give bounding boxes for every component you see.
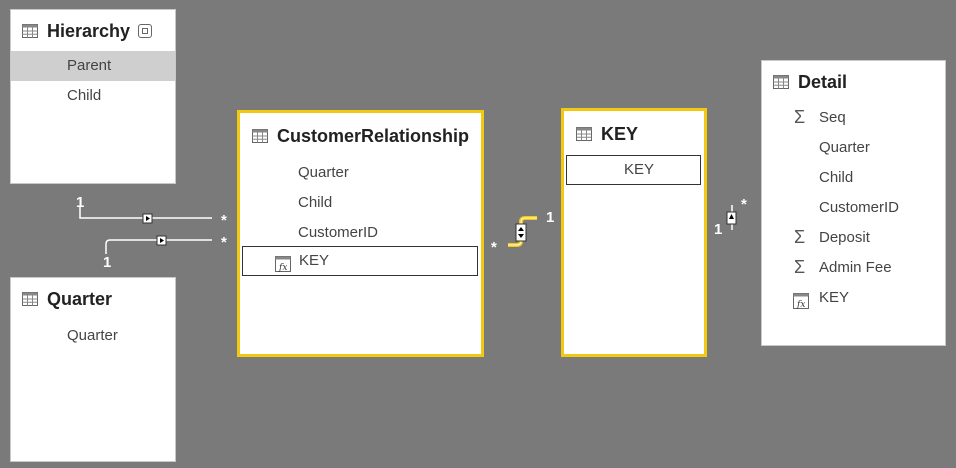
cardinality-hierarchy-many: *: [221, 212, 227, 229]
field-parent[interactable]: Parent: [11, 51, 175, 81]
table-card-quarter[interactable]: Quarter Quarter: [10, 277, 176, 462]
table-title: Detail: [798, 71, 848, 92]
cardinality-hierarchy-one: 1: [76, 194, 85, 211]
cardinality-detail-many: *: [741, 196, 747, 213]
field-key[interactable]: KEY: [566, 155, 701, 185]
table-title: KEY: [601, 123, 639, 144]
field-key[interactable]: fx KEY: [762, 283, 945, 313]
table-header[interactable]: Quarter: [22, 284, 112, 314]
field-admin-fee[interactable]: Σ Admin Fee: [762, 253, 945, 283]
cardinality-cr-many: *: [491, 239, 497, 256]
table-card-detail[interactable]: Detail Σ Seq Quarter Child CustomerID Σ …: [761, 60, 946, 346]
field-key[interactable]: fx KEY: [242, 246, 478, 276]
relationship-bidirectional-key[interactable]: [515, 223, 527, 242]
table-icon: [576, 127, 592, 141]
table-title: Quarter: [47, 288, 113, 309]
table-title: Hierarchy: [47, 20, 131, 41]
field-child[interactable]: Child: [762, 163, 945, 193]
sigma-icon: Σ: [794, 107, 806, 127]
calculated-column-icon: fx: [275, 254, 291, 273]
table-card-customer-relationship[interactable]: CustomerRelationship Quarter Child Custo…: [237, 110, 484, 357]
field-deposit[interactable]: Σ Deposit: [762, 223, 945, 253]
field-quarter[interactable]: Quarter: [240, 158, 481, 188]
table-title: CustomerRelationship: [277, 125, 470, 146]
table-header[interactable]: Hierarchy: [22, 16, 153, 46]
field-quarter[interactable]: Quarter: [762, 133, 945, 163]
table-card-hierarchy[interactable]: Hierarchy Parent Child: [10, 9, 176, 184]
field-customerid[interactable]: CustomerID: [240, 218, 481, 248]
table-icon: [773, 75, 789, 89]
cardinality-quarter-one: 1: [103, 254, 112, 271]
table-icon: [22, 24, 38, 38]
field-seq[interactable]: Σ Seq: [762, 103, 945, 133]
field-child[interactable]: Child: [11, 81, 175, 111]
table-card-key[interactable]: KEY KEY: [561, 108, 707, 357]
field-quarter[interactable]: Quarter: [11, 321, 175, 351]
field-child[interactable]: Child: [240, 188, 481, 218]
sigma-icon: Σ: [794, 227, 806, 247]
collapse-icon[interactable]: [138, 24, 153, 38]
table-icon: [22, 292, 38, 306]
table-icon: [252, 129, 268, 143]
svg-text:fx: fx: [278, 263, 287, 272]
sigma-icon: Σ: [794, 257, 806, 277]
cardinality-quarter-many: *: [221, 234, 227, 251]
table-header[interactable]: Detail: [773, 67, 847, 97]
svg-text:fx: fx: [796, 300, 805, 309]
table-header[interactable]: KEY: [576, 119, 638, 149]
cardinality-key-one: 1: [546, 209, 555, 226]
field-customerid[interactable]: CustomerID: [762, 193, 945, 223]
table-header[interactable]: CustomerRelationship: [252, 121, 469, 151]
cardinality-detail-one: 1: [714, 221, 723, 238]
calculated-column-icon: fx: [793, 290, 809, 310]
